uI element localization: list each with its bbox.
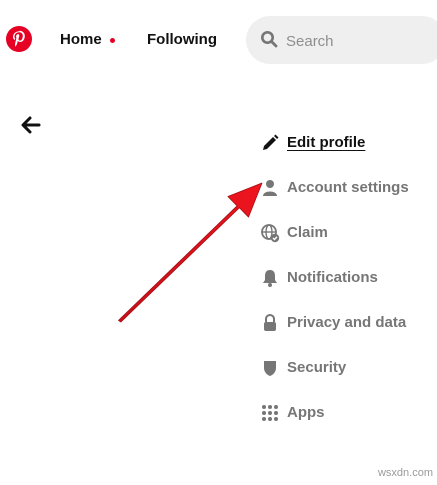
watermark-text: wsxdn.com xyxy=(377,467,433,479)
menu-item-label: Privacy and data xyxy=(287,314,407,331)
grid-icon xyxy=(262,405,278,421)
menu-item-label: Account settings xyxy=(287,179,409,196)
nav-home-link[interactable]: Home xyxy=(60,31,102,48)
search-input[interactable] xyxy=(284,16,437,66)
menu-item-edit-profile[interactable]: Edit profile xyxy=(260,126,437,171)
menu-item-label: Apps xyxy=(287,404,325,421)
back-arrow-icon[interactable] xyxy=(20,115,42,135)
menu-item-label: Edit profile xyxy=(287,134,366,151)
globe-check-icon xyxy=(261,224,280,243)
menu-item-label: Security xyxy=(287,359,347,376)
top-navigation-bar: Home Following xyxy=(0,0,437,80)
menu-item-apps[interactable]: Apps xyxy=(260,396,437,441)
shield-icon xyxy=(264,361,276,376)
menu-item-account-settings[interactable]: Account settings xyxy=(260,171,437,216)
menu-item-notifications[interactable]: Notifications xyxy=(260,261,437,306)
menu-item-label: Claim xyxy=(287,224,328,241)
menu-item-claim[interactable]: Claim xyxy=(260,216,437,261)
search-icon xyxy=(261,31,278,48)
menu-item-security[interactable]: Security xyxy=(260,351,437,396)
pencil-icon xyxy=(263,134,279,150)
home-notification-dot xyxy=(110,38,115,43)
search-bar[interactable] xyxy=(246,16,437,66)
pinterest-logo-icon[interactable] xyxy=(6,26,32,52)
menu-item-privacy-and-data[interactable]: Privacy and data xyxy=(260,306,437,351)
bell-icon xyxy=(263,270,277,287)
lock-icon xyxy=(264,313,276,331)
menu-item-label: Notifications xyxy=(287,269,378,286)
person-icon xyxy=(263,180,277,196)
nav-following-link[interactable]: Following xyxy=(147,31,217,48)
settings-menu: Edit profile Account settings Claim Noti… xyxy=(260,126,437,441)
